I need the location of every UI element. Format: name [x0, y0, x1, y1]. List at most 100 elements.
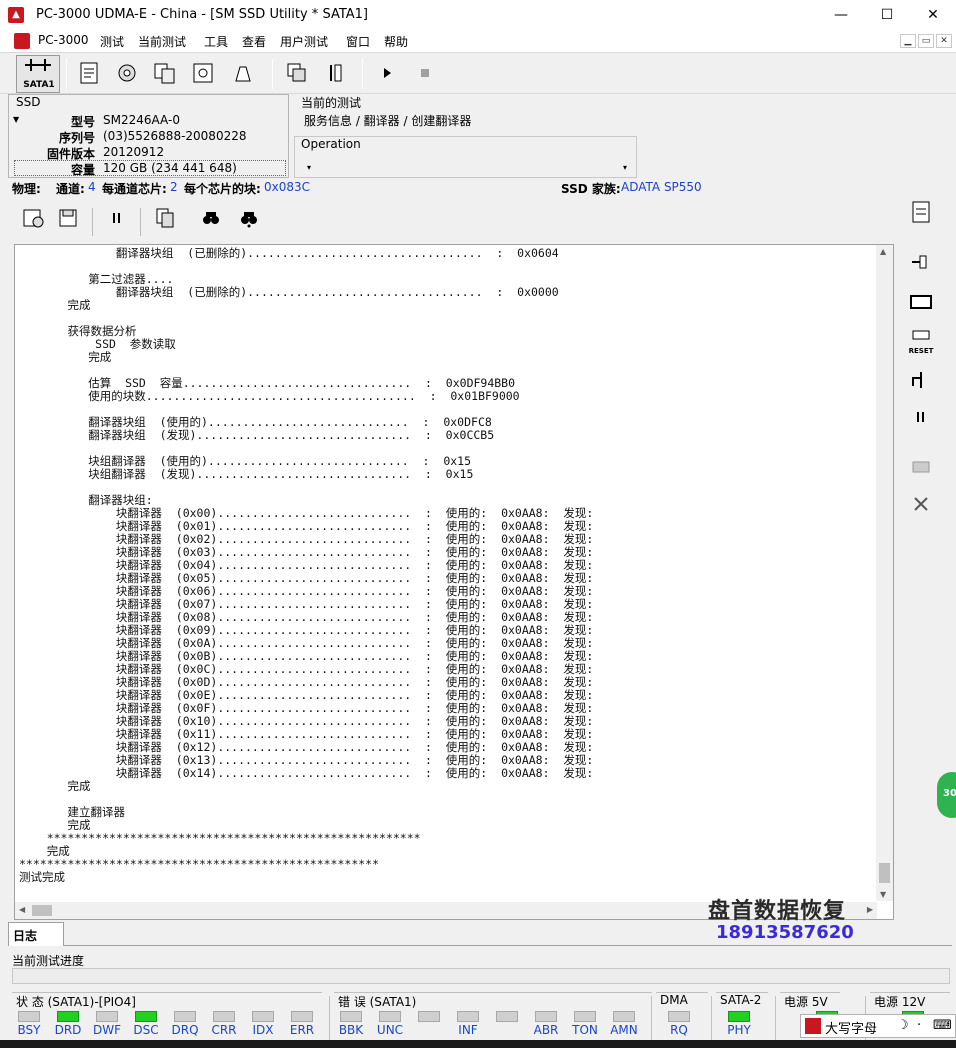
copy-tables-button[interactable] — [148, 57, 182, 91]
log-line: 块组翻译器 (发现)..............................… — [19, 467, 474, 481]
operation-dropdown-right[interactable]: ▾ — [623, 163, 627, 172]
chip-arrow-side-button[interactable] — [905, 452, 937, 484]
moon-icon[interactable]: ☽ — [897, 1018, 909, 1033]
window-title: PC-3000 UDMA-E - China - [SM SSD Utility… — [36, 7, 368, 22]
family-value: ADATA SP550 — [621, 180, 702, 194]
mdi-restore-button[interactable]: ▭ — [918, 34, 934, 48]
scroll-down-icon[interactable]: ▼ — [880, 890, 886, 899]
menu-current-test[interactable]: 当前测试 — [138, 33, 186, 50]
mdi-minimize-button[interactable]: ▁ — [900, 34, 916, 48]
menu-window[interactable]: 窗口 — [346, 33, 370, 50]
tools-side-button[interactable] — [905, 492, 937, 524]
connect-side-button[interactable] — [905, 368, 937, 400]
test-progress-bar — [12, 968, 950, 984]
log-line: 完成 — [19, 779, 91, 793]
status-led — [291, 1011, 313, 1022]
copy-log-button[interactable] — [150, 206, 180, 236]
pause-button[interactable] — [102, 206, 132, 236]
mdi-close-button[interactable]: ✕ — [936, 34, 952, 48]
h-scroll-thumb[interactable] — [32, 905, 52, 916]
close-button[interactable]: ✕ — [910, 0, 956, 30]
status-led-label: DSC — [133, 1023, 159, 1037]
scroll-right-icon[interactable]: ▶ — [867, 905, 873, 914]
module-button[interactable] — [186, 57, 220, 91]
pause-icon — [917, 412, 924, 422]
chip-icon — [910, 295, 932, 309]
child-window-icon[interactable] — [14, 33, 30, 49]
scroll-up-icon[interactable]: ▲ — [880, 247, 886, 256]
menu-user-test[interactable]: 用户测试 — [280, 33, 328, 50]
app-logo-icon: ▲ — [8, 7, 24, 23]
menu-pc3000[interactable]: PC-3000 — [38, 33, 88, 47]
status-group: 错 误 (SATA1) BBK UNC INF ABR TON AMN — [334, 992, 652, 1038]
chip-side-button[interactable] — [905, 290, 937, 322]
log-settings-button[interactable] — [18, 206, 48, 236]
drive-info-button[interactable] — [72, 57, 106, 91]
wrench-icon — [914, 497, 928, 511]
model-value: SM2246AA-0 — [103, 113, 180, 127]
current-test-path: 服务信息 / 翻译器 / 创建翻译器 — [304, 114, 472, 128]
windows-button[interactable] — [280, 57, 314, 91]
operation-dropdown-left[interactable]: ▾ — [307, 163, 311, 172]
find-button[interactable] — [196, 206, 226, 236]
copy-icon — [156, 208, 174, 228]
status-group-divider — [651, 996, 652, 1040]
dot-icon[interactable]: · — [917, 1018, 921, 1033]
reset-icon — [912, 330, 930, 340]
title-bar: ▲ PC-3000 UDMA-E - China - [SM SSD Utili… — [0, 0, 956, 30]
run-button[interactable] — [370, 57, 404, 91]
document-icon — [80, 62, 98, 84]
play-icon — [384, 68, 391, 78]
pause-icon — [113, 213, 120, 223]
watermark-phone: 18913587620 — [716, 922, 854, 943]
status-group-title: 状 态 (SATA1)-[PIO4] — [16, 995, 136, 1009]
status-led — [18, 1011, 40, 1022]
minimize-button[interactable]: — — [818, 0, 864, 30]
physical-info-bar: 物理: 通道: 4 每通道芯片: 2 每个芯片的块: 0x083C SSD 家族… — [0, 178, 905, 196]
floating-badge[interactable]: 30 — [937, 772, 956, 818]
vertical-scrollbar[interactable]: ▲ ▼ — [876, 245, 893, 901]
status-led — [252, 1011, 274, 1022]
maximize-button[interactable]: ☐ — [864, 0, 910, 30]
save-log-button[interactable] — [54, 206, 84, 236]
log-panel[interactable]: 翻译器块组 (已删除的)............................… — [14, 244, 894, 920]
stop-button[interactable] — [408, 57, 442, 91]
status-group-divider — [711, 996, 712, 1040]
toolbar-divider — [362, 59, 363, 89]
menu-view[interactable]: 查看 — [242, 33, 266, 50]
chip-config-button[interactable] — [110, 57, 144, 91]
status-led-label: BBK — [338, 1023, 364, 1037]
settings-button[interactable] — [318, 57, 352, 91]
menu-test[interactable]: 测试 — [100, 33, 124, 50]
status-group-title: 电源 5V — [784, 995, 828, 1009]
chips-value: 2 — [170, 180, 178, 194]
sata1-label: SATA1 — [23, 80, 55, 90]
log-line: ****************************************… — [19, 831, 421, 845]
ime-caps-label[interactable]: 大写字母 — [825, 1018, 877, 1037]
menu-tools[interactable]: 工具 — [204, 33, 228, 50]
operation-header: Operation — [301, 137, 361, 151]
reset-side-button[interactable]: RESET — [905, 328, 937, 360]
tab-log[interactable]: 日志 — [8, 922, 64, 946]
ime-logo-icon[interactable] — [805, 1018, 821, 1034]
find-next-button[interactable] — [234, 206, 264, 236]
menu-help[interactable]: 帮助 — [384, 33, 408, 50]
status-group-divider — [329, 996, 330, 1040]
log-line: 测试完成 — [19, 870, 65, 884]
sata1-port-button[interactable]: SATA1 — [16, 55, 60, 93]
toolbar-divider — [272, 59, 273, 89]
power-side-button[interactable] — [905, 250, 937, 282]
status-group-title: DMA — [660, 993, 688, 1007]
status-led-label: ERR — [289, 1023, 315, 1037]
ime-toolbar: 大写字母 ☽ · ⌨ — [800, 1014, 956, 1038]
weight-button[interactable] — [226, 57, 260, 91]
module-icon — [193, 63, 213, 83]
scroll-left-icon[interactable]: ◀ — [19, 905, 25, 914]
keyboard-icon[interactable]: ⌨ — [933, 1018, 952, 1033]
log-line: 完成 — [19, 350, 112, 364]
weight-icon — [235, 66, 251, 82]
info-side-button[interactable] — [905, 200, 937, 232]
scroll-thumb[interactable] — [879, 863, 890, 883]
pause-side-button[interactable] — [905, 406, 937, 438]
sata-port-icon — [25, 59, 51, 71]
